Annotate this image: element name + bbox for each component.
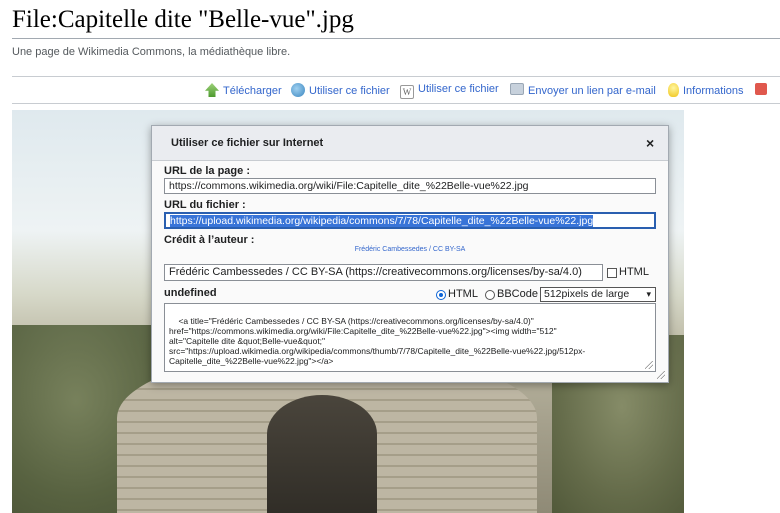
format-bbcode-radio[interactable] [485, 290, 495, 300]
page-title: File:Capitelle dite "Belle-vue".jpg [12, 6, 354, 33]
file-toolbar: Télécharger Utiliser ce fichier W Utilise… [12, 76, 780, 104]
dialog-resize-grip-icon[interactable] [657, 371, 665, 379]
dialog-header: Utiliser ce fichier sur Internet × [152, 126, 668, 161]
credit-preview-link[interactable]: Frédéric Cambessedes / CC BY-SA [152, 246, 668, 253]
pdf-link[interactable] [755, 83, 771, 95]
use-on-wiki-label: Utiliser ce fichier [418, 83, 499, 95]
use-on-web-label: Utiliser ce fichier [309, 85, 390, 97]
embed-code-text: <a title="Frédéric Cambessedes / CC BY-S… [169, 316, 586, 366]
information-label: Informations [683, 85, 744, 97]
email-label: Envoyer un lien par e-mail [528, 85, 656, 97]
globe-icon [291, 83, 305, 97]
format-bbcode-label: BBCode [497, 288, 538, 300]
use-file-dialog: Utiliser ce fichier sur Internet × URL d… [151, 125, 669, 383]
page-tagline: Une page de Wikimedia Commons, la médiat… [12, 46, 291, 58]
email-link[interactable]: Envoyer un lien par e-mail [510, 83, 656, 97]
information-link[interactable]: Informations [668, 83, 744, 97]
wikipedia-w-icon: W [400, 85, 414, 99]
image-size-select[interactable]: 512pixels de large ▾ [540, 287, 656, 302]
email-icon [510, 83, 524, 95]
page-url-field[interactable]: https://commons.wikimedia.org/wiki/File:… [164, 178, 656, 194]
credit-label: Crédit à l’auteur : [164, 234, 255, 246]
file-url-selected-text: https://upload.wikimedia.org/wikipedia/c… [170, 215, 594, 227]
credit-html-label: HTML [619, 266, 649, 278]
format-html-label: HTML [448, 288, 478, 300]
lightbulb-icon [668, 83, 679, 97]
image-hut-doorway [267, 395, 377, 513]
file-url-field[interactable]: https://upload.wikimedia.org/wikipedia/c… [164, 212, 656, 229]
use-on-web-link[interactable]: Utiliser ce fichier [291, 83, 390, 97]
dialog-title: Utiliser ce fichier sur Internet [171, 137, 324, 149]
download-label: Télécharger [223, 85, 282, 97]
download-link[interactable]: Télécharger [205, 83, 282, 97]
page-url-label: URL de la page : [164, 165, 250, 177]
close-icon[interactable]: × [646, 135, 654, 151]
resize-grip-icon[interactable] [645, 361, 653, 369]
pdf-icon [755, 83, 767, 95]
credit-text-field[interactable]: Frédéric Cambessedes / CC BY-SA (https:/… [164, 264, 603, 281]
embed-code-textarea[interactable]: <a title="Frédéric Cambessedes / CC BY-S… [164, 303, 656, 372]
download-icon [205, 83, 219, 97]
image-size-value: 512pixels de large [544, 288, 630, 300]
credit-html-checkbox[interactable] [607, 268, 617, 278]
title-divider [12, 38, 780, 39]
file-url-label: URL du fichier : [164, 199, 246, 211]
use-on-wiki-link[interactable]: W Utiliser ce fichier [400, 83, 499, 99]
format-html-radio[interactable] [436, 290, 446, 300]
chevron-down-icon: ▾ [646, 289, 651, 299]
embed-label: undefined [164, 287, 217, 299]
